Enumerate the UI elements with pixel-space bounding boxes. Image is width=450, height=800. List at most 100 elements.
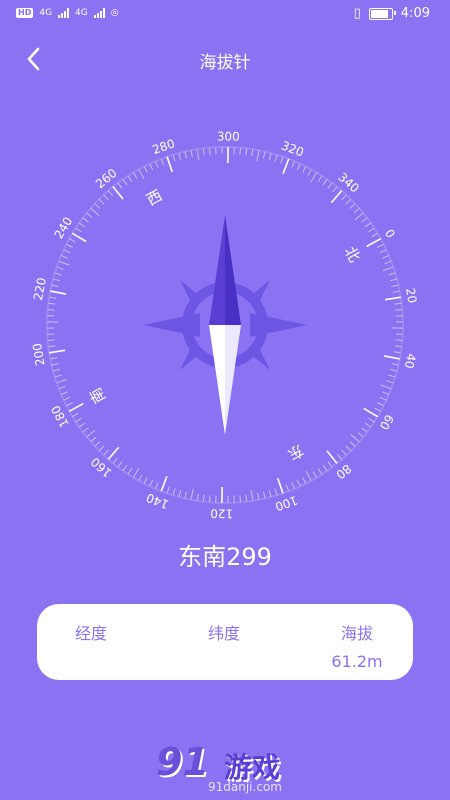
- compass-minor-tick: [90, 436, 97, 443]
- longitude-label: 经度: [74, 624, 107, 643]
- compass-minor-tick: [86, 429, 96, 438]
- compass-minor-tick: [75, 417, 82, 423]
- compass-minor-tick: [154, 160, 159, 168]
- compass-minor-tick: [305, 470, 312, 481]
- compass-minor-tick: [268, 152, 272, 160]
- compass-cardinal-east: 东: [285, 441, 307, 464]
- compass-minor-tick: [302, 477, 307, 484]
- compass-minor-tick: [69, 238, 76, 243]
- watermark-url: 91danji.com: [208, 780, 282, 794]
- compass-minor-tick: [117, 461, 123, 468]
- battery-icon: [368, 7, 396, 20]
- compass-minor-tick: [208, 147, 211, 155]
- compass-minor-tick: [250, 489, 254, 501]
- compass-minor-tick: [60, 391, 68, 396]
- compass-minor-tick: [172, 488, 176, 496]
- compass-minor-tick: [394, 345, 402, 348]
- compass-minor-tick: [208, 495, 211, 503]
- compass-minor-tick: [122, 178, 128, 186]
- watermark-logo: 91 游戏 91danji.com: [150, 740, 310, 800]
- compass-minor-tick: [112, 457, 118, 464]
- compass-degree-label: 40: [402, 352, 419, 370]
- compass-minor-tick: [345, 198, 352, 205]
- compass-minor-tick: [384, 260, 392, 265]
- compass-minor-tick: [310, 172, 318, 183]
- compass-minor-tick: [132, 172, 138, 179]
- compass-major-tick: [330, 190, 343, 204]
- top-bar: 海拔针: [0, 36, 450, 84]
- direction-readout: 东南299: [178, 543, 272, 571]
- compass-minor-tick: [388, 374, 396, 378]
- compass-minor-tick: [336, 453, 343, 460]
- compass-dial: 020406080100120140160180200220240260280 3…: [30, 130, 419, 521]
- compass-major-tick: [276, 477, 284, 494]
- compass-minor-tick: [382, 391, 390, 396]
- compass-minor-tick: [78, 422, 86, 428]
- compass-minor-tick: [377, 402, 384, 407]
- compass-minor-tick: [78, 222, 86, 228]
- hd-badge: HD: [16, 8, 34, 18]
- compass-degree-label: 260: [93, 166, 120, 191]
- compass-major-tick: [166, 156, 174, 173]
- compass-cardinal-north: 北: [341, 244, 364, 266]
- compass-major-tick: [49, 349, 66, 354]
- hotspot-icon: ◎: [110, 8, 119, 18]
- compass-minor-tick: [368, 417, 375, 423]
- compass-minor-tick: [274, 154, 278, 162]
- compass-minor-tick: [262, 151, 266, 159]
- compass-minor-tick: [386, 380, 394, 384]
- compass-minor-tick: [380, 384, 392, 390]
- compass-minor-tick: [332, 186, 338, 193]
- compass-minor-tick: [379, 249, 387, 254]
- compass-minor-tick: [160, 158, 165, 166]
- compass-minor-tick: [327, 182, 333, 189]
- compass-minor-tick: [262, 491, 266, 499]
- compass-minor-tick: [138, 169, 145, 180]
- compass-minor-tick: [291, 482, 296, 490]
- compass-minor-tick: [349, 441, 356, 447]
- compass-minor-tick: [51, 362, 59, 366]
- compass-minor-tick: [103, 194, 109, 201]
- compass-degree-label: 220: [31, 276, 49, 301]
- compass-minor-tick: [184, 491, 188, 499]
- compass-minor-tick: [341, 449, 347, 456]
- compass-minor-tick: [107, 190, 114, 197]
- compass-minor-tick: [202, 148, 205, 156]
- compass-minor-tick: [184, 151, 188, 159]
- compass-minor-tick: [391, 284, 399, 288]
- compass-minor-tick: [327, 461, 333, 468]
- compass-minor-tick: [47, 308, 55, 311]
- compass-minor-tick: [302, 166, 307, 173]
- compass-minor-tick: [52, 368, 60, 372]
- compass-minor-tick: [190, 150, 193, 158]
- compass-minor-tick: [291, 160, 296, 168]
- compass-minor-tick: [94, 441, 101, 447]
- compass-minor-tick: [361, 217, 368, 223]
- compass-minor-tick: [127, 175, 133, 182]
- page-title: 海拔针: [199, 53, 251, 73]
- compass-minor-tick: [371, 232, 378, 238]
- compass-degree-label: 200: [30, 342, 47, 367]
- compass-minor-tick: [317, 468, 323, 475]
- compass-minor-tick: [361, 427, 368, 433]
- compass-minor-tick: [394, 302, 402, 305]
- compass-minor-tick: [58, 260, 70, 266]
- compass-minor-tick: [312, 471, 318, 478]
- compass-minor-tick: [86, 212, 93, 218]
- compass-minor-tick: [143, 477, 148, 484]
- compass-minor-tick: [364, 222, 372, 228]
- compass-minor-tick: [154, 482, 159, 490]
- compass-minor-tick: [350, 434, 360, 443]
- compass-minor-tick: [127, 468, 133, 475]
- compass-degree-label: 120: [210, 506, 233, 520]
- compass-minor-tick: [66, 243, 73, 248]
- compass-degree-label: 340: [335, 170, 361, 196]
- compass-minor-tick: [345, 445, 352, 452]
- compass-minor-tick: [149, 163, 154, 171]
- compass-minor-tick: [51, 284, 59, 288]
- compass-minor-tick: [48, 345, 56, 348]
- compass-minor-tick: [47, 339, 55, 342]
- network-label-1: 4G: [39, 8, 53, 18]
- compass-minor-tick: [388, 272, 396, 276]
- compass-minor-tick: [72, 412, 79, 418]
